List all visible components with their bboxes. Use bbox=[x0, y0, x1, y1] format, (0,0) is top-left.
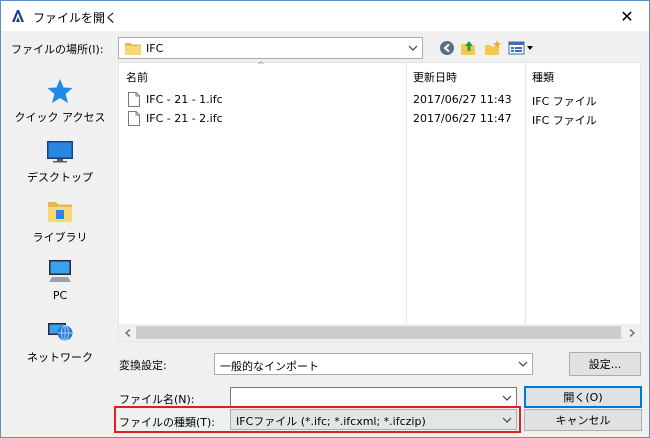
open-file-dialog: ファイルを開く ✕ ファイルの場所(I): IFC クイック アクセス デスクト… bbox=[0, 0, 650, 438]
cancel-button[interactable]: キャンセル bbox=[524, 409, 642, 431]
scroll-left-icon[interactable] bbox=[119, 324, 136, 341]
chevron-down-icon bbox=[501, 414, 513, 426]
title-bar: ファイルを開く ✕ bbox=[1, 1, 649, 31]
open-button[interactable]: 開く(O) bbox=[524, 386, 642, 408]
place-label: ライブラリ bbox=[32, 231, 88, 244]
filetype-select[interactable]: IFCファイル (*.ifc; *.ifcxml; *.ifczip) bbox=[230, 409, 517, 430]
conversion-value: 一般的なインポート bbox=[220, 360, 319, 373]
location-label: ファイルの場所(I): bbox=[11, 43, 104, 56]
close-icon: ✕ bbox=[620, 6, 634, 26]
up-folder-icon bbox=[461, 41, 475, 55]
scrollbar-thumb[interactable] bbox=[136, 326, 621, 339]
network-icon bbox=[48, 323, 73, 341]
filetype-value: IFCファイル (*.ifc; *.ifcxml; *.ifczip) bbox=[236, 415, 426, 428]
column-header-type[interactable]: 種類 bbox=[532, 69, 554, 85]
column-header-date[interactable]: 更新日時 bbox=[413, 69, 457, 85]
file-type: IFC ファイル bbox=[532, 95, 597, 108]
chevron-down-icon[interactable] bbox=[406, 41, 420, 55]
places-bar: クイック アクセス デスクトップ ライブラリ PC ネットワーク bbox=[11, 65, 109, 378]
filename-input[interactable] bbox=[230, 387, 517, 407]
new-folder-icon bbox=[485, 40, 501, 55]
view-grid-icon bbox=[508, 41, 533, 55]
settings-button[interactable]: 設定... bbox=[569, 352, 641, 376]
close-button[interactable]: ✕ bbox=[605, 1, 649, 31]
table-row[interactable]: IFC - 21 - 2.ifc 2017/06/27 11:47 IFC ファ… bbox=[119, 109, 640, 128]
place-library[interactable]: ライブラリ bbox=[11, 191, 109, 247]
place-label: デスクトップ bbox=[27, 171, 93, 184]
folder-icon bbox=[125, 43, 141, 55]
place-quick-access[interactable]: クイック アクセス bbox=[11, 71, 109, 127]
file-date: 2017/06/27 11:43 bbox=[413, 93, 512, 106]
file-name: IFC - 21 - 1.ifc bbox=[146, 93, 223, 106]
view-menu-button[interactable] bbox=[507, 39, 535, 57]
file-name: IFC - 21 - 2.ifc bbox=[146, 112, 223, 125]
filetype-label: ファイルの種類(T): bbox=[119, 416, 216, 429]
place-pc[interactable]: PC bbox=[11, 251, 109, 307]
back-arrow-icon bbox=[440, 41, 454, 55]
place-desktop[interactable]: デスクトップ bbox=[11, 131, 109, 187]
library-icon bbox=[48, 202, 72, 222]
up-folder-button[interactable] bbox=[459, 39, 479, 57]
star-icon bbox=[47, 79, 73, 103]
file-date: 2017/06/27 11:47 bbox=[413, 112, 512, 125]
place-label: ネットワーク bbox=[27, 351, 93, 364]
place-label: PC bbox=[52, 289, 68, 302]
desktop-icon bbox=[47, 141, 73, 163]
app-logo-icon bbox=[12, 10, 24, 22]
table-row[interactable]: IFC - 21 - 1.ifc 2017/06/27 11:43 IFC ファ… bbox=[119, 90, 640, 109]
location-combo[interactable]: IFC bbox=[118, 37, 423, 59]
new-folder-button[interactable] bbox=[483, 39, 503, 57]
back-button[interactable] bbox=[437, 39, 457, 57]
file-icon bbox=[128, 92, 140, 107]
sort-caret-icon: ^ bbox=[257, 61, 265, 71]
chevron-down-icon[interactable] bbox=[501, 392, 513, 404]
conversion-select[interactable]: 一般的なインポート bbox=[214, 353, 533, 375]
chevron-down-icon bbox=[517, 358, 529, 370]
file-icon bbox=[128, 111, 140, 126]
file-list[interactable]: ^ 名前 更新日時 種類 IFC - 21 - 1.ifc 2017/06/27… bbox=[118, 61, 641, 342]
filename-label: ファイル名(N): bbox=[119, 393, 195, 406]
scroll-right-icon[interactable] bbox=[623, 324, 640, 341]
column-header-name[interactable]: 名前 bbox=[126, 69, 148, 85]
place-label: クイック アクセス bbox=[14, 111, 106, 124]
pc-icon bbox=[49, 260, 71, 282]
place-network[interactable]: ネットワーク bbox=[11, 311, 109, 367]
file-type: IFC ファイル bbox=[532, 114, 597, 127]
conversion-label: 変換設定: bbox=[119, 359, 167, 372]
location-value: IFC bbox=[146, 42, 164, 55]
window-title: ファイルを開く bbox=[33, 11, 118, 25]
horizontal-scrollbar[interactable] bbox=[119, 324, 640, 341]
